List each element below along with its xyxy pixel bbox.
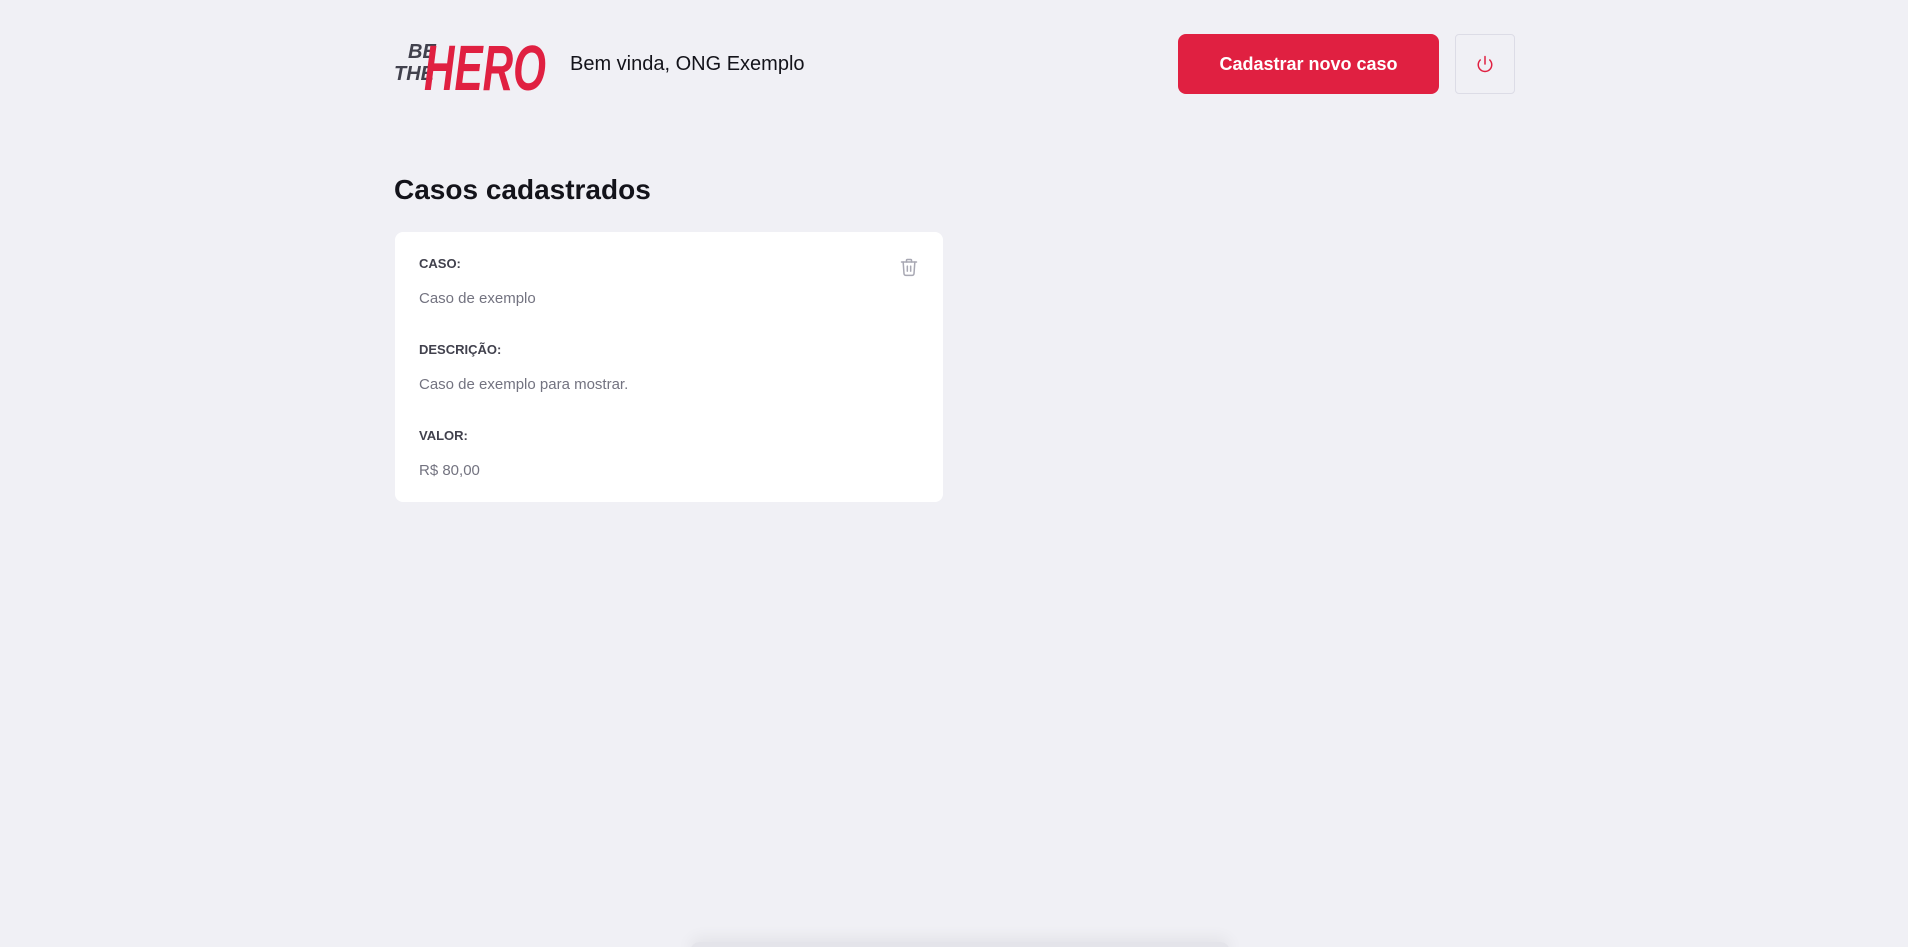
value-value: R$ 80,00	[419, 462, 480, 479]
value-field: VALOR: R$ 80,00	[419, 428, 919, 480]
description-field: DESCRIÇÃO: Caso de exemplo para mostrar.	[419, 342, 919, 394]
description-label: DESCRIÇÃO:	[419, 342, 502, 357]
case-field: CASO: Caso de exemplo	[419, 256, 919, 308]
new-case-button[interactable]: Cadastrar novo caso	[1178, 34, 1439, 94]
next-card-edge	[690, 942, 1230, 947]
power-icon	[1477, 55, 1493, 73]
case-label: CASO:	[419, 256, 461, 271]
profile-page: BE THE HERO Bem vinda, ONG Exemplo Cadas…	[0, 0, 1908, 947]
trash-icon	[900, 258, 918, 277]
be-the-hero-logo: BE THE HERO	[394, 32, 546, 98]
greeting-text: Bem vinda, ONG Exemplo	[570, 52, 805, 75]
logout-button[interactable]	[1455, 34, 1515, 94]
delete-case-button[interactable]	[899, 256, 919, 278]
description-value: Caso de exemplo para mostrar.	[419, 376, 629, 393]
logo-hero: HERO	[424, 32, 546, 98]
case-value: Caso de exemplo	[419, 290, 536, 307]
value-label: VALOR:	[419, 428, 468, 443]
page-title: Casos cadastrados	[394, 174, 651, 205]
case-card: CASO: Caso de exemplo DESCRIÇÃO: Caso de…	[395, 232, 943, 502]
header: BE THE HERO Bem vinda, ONG Exemplo Cadas…	[394, 28, 1515, 100]
